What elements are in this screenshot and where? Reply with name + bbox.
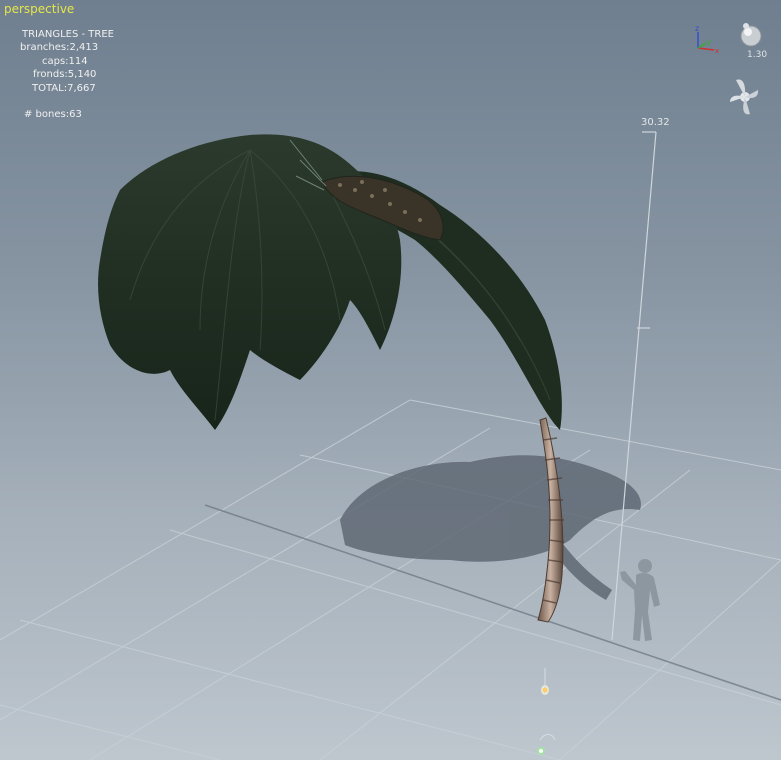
ruler-height-label: 30.32	[641, 117, 670, 128]
ground-plane	[0, 380, 781, 760]
zoom-level-label: 1.30	[747, 50, 768, 60]
stats-bones: # bones:63	[24, 109, 82, 121]
viewport-name-label[interactable]: perspective	[4, 2, 74, 16]
axis-z-label: z	[695, 24, 699, 33]
stats-panel: TRIANGLES - TREE branches:2,413 caps:114…	[12, 28, 114, 121]
stats-total: TOTAL:7,667	[32, 82, 96, 94]
stats-caps: caps:114	[42, 55, 88, 67]
stats-fronds: fronds:5,140	[33, 69, 97, 81]
camera-orbit-icon[interactable]	[728, 74, 762, 118]
stats-header: TRIANGLES - TREE	[22, 29, 114, 40]
viewport-canvas[interactable]	[0, 0, 781, 760]
zoom-sphere-icon[interactable]	[737, 20, 767, 50]
axis-gizmo-icon[interactable]: z y x	[690, 22, 722, 56]
axis-x-label: x	[715, 47, 719, 55]
axis-y-label: y	[707, 38, 711, 46]
stats-branches: branches:2,413	[20, 42, 99, 54]
